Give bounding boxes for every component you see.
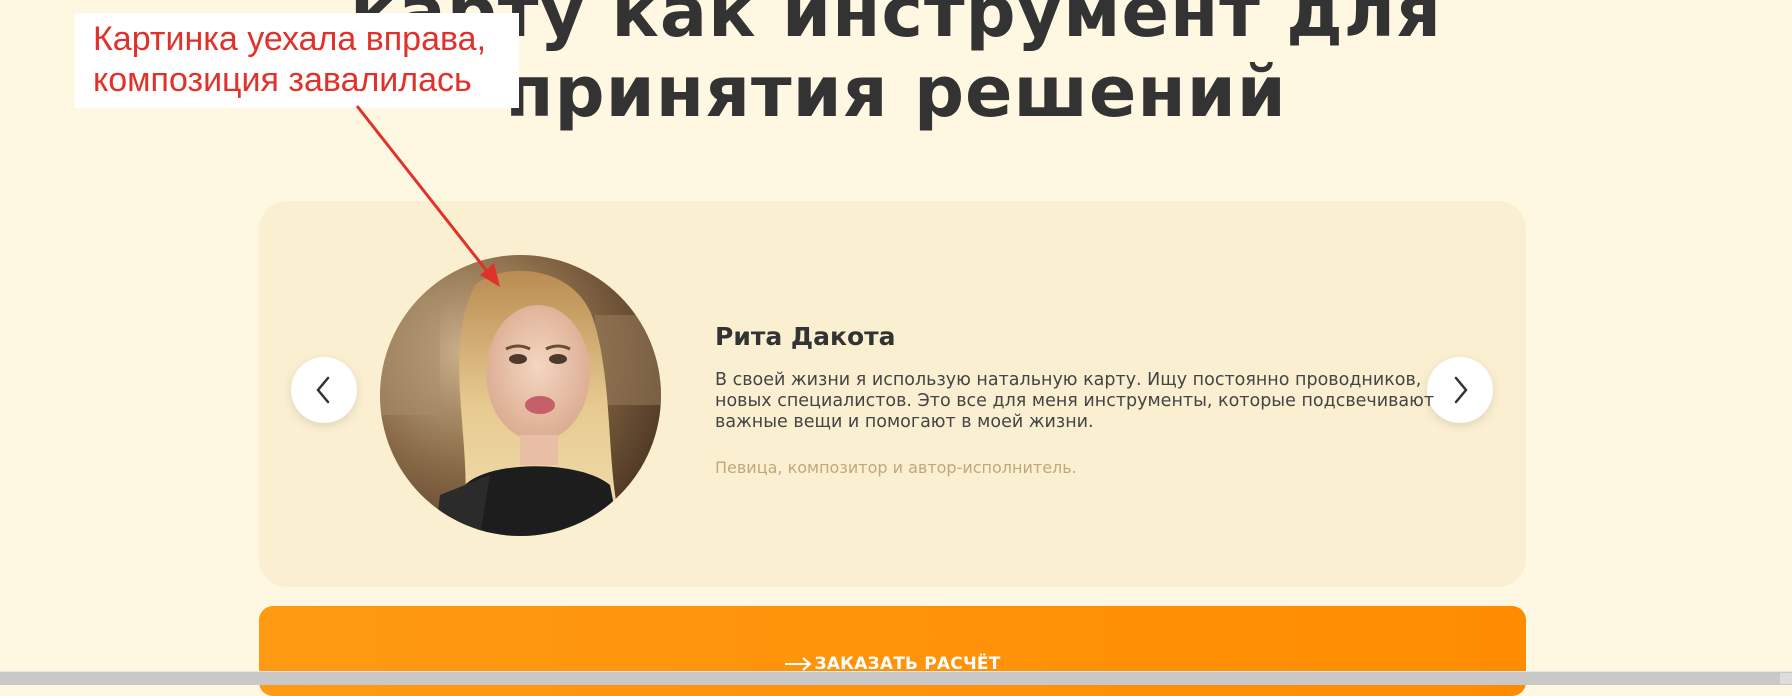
chevron-right-icon bbox=[1454, 376, 1468, 404]
annotation-line-1: Картинка уехала вправа, bbox=[93, 20, 487, 58]
testimonial-role: Певица, композитор и автор-исполнитель. bbox=[715, 458, 1077, 477]
testimonial-photo bbox=[380, 255, 661, 536]
scroll-right-arrow[interactable] bbox=[1780, 673, 1792, 684]
annotation-line-2: композиция завалилась bbox=[93, 61, 472, 99]
quote-line: важные вещи и помогают в моей жизни. bbox=[715, 412, 1094, 432]
quote-line: новых специалистов. Это все для меня инс… bbox=[715, 391, 1435, 411]
testimonial-name: Рита Дакота bbox=[715, 322, 896, 351]
carousel-prev-button[interactable] bbox=[291, 357, 357, 423]
chevron-left-icon bbox=[316, 376, 330, 404]
quote-line: В своей жизни я использую натальную карт… bbox=[715, 370, 1422, 390]
arrow-right-icon bbox=[785, 657, 813, 671]
testimonial-quote: В своей жизни я использую натальную карт… bbox=[715, 370, 1435, 433]
horizontal-scrollbar[interactable] bbox=[0, 671, 1792, 685]
portrait-image bbox=[380, 255, 661, 536]
annotation-note: Картинка уехала вправа, композиция завал… bbox=[75, 13, 519, 108]
carousel-next-button[interactable] bbox=[1427, 357, 1493, 423]
